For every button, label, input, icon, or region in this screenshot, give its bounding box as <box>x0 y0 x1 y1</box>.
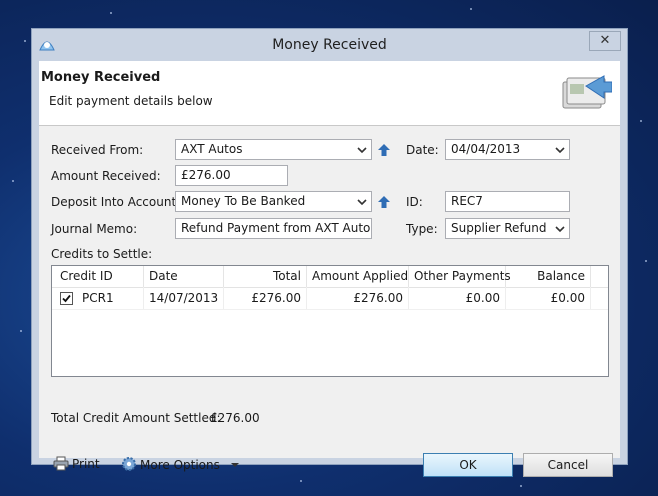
deposit-into-label: Deposit Into Account: <box>51 195 181 209</box>
date-label: Date: <box>406 143 439 157</box>
deposit-into-combo[interactable]: Money To Be Banked <box>175 191 372 212</box>
journal-memo-label: Journal Memo: <box>51 222 138 236</box>
header-title: Money Received <box>41 70 161 85</box>
printer-icon <box>53 456 69 471</box>
journal-memo-input[interactable]: Refund Payment from AXT Autos <box>175 218 372 239</box>
star <box>645 260 647 262</box>
cell-balance: £0.00 <box>506 287 591 309</box>
star <box>24 40 26 42</box>
column-header-total[interactable]: Total <box>224 266 307 287</box>
up-arrow-icon[interactable] <box>377 143 391 157</box>
money-received-window: Money Received ✕ Money Received Edit pay… <box>31 28 628 477</box>
dropdown-arrow-icon <box>230 463 239 467</box>
up-arrow-icon[interactable] <box>377 195 391 209</box>
print-button[interactable]: Print <box>53 456 100 472</box>
table-row[interactable]: PCR1 14/07/2013 £276.00 £276.00 £0.00 £0… <box>52 287 608 310</box>
star <box>12 180 14 182</box>
chevron-down-icon[interactable] <box>356 194 368 209</box>
cell-other-payments: £0.00 <box>409 287 506 309</box>
star <box>640 120 642 122</box>
star <box>520 485 522 487</box>
received-from-value: AXT Autos <box>181 142 243 156</box>
star <box>300 480 302 482</box>
total-settled-label: Total Credit Amount Settled: <box>51 411 221 425</box>
type-value: Supplier Refund <box>451 221 547 235</box>
chevron-down-icon[interactable] <box>554 221 566 236</box>
chevron-down-icon[interactable] <box>356 142 368 157</box>
more-options-label: More Options <box>140 458 220 472</box>
header-subtitle: Edit payment details below <box>49 94 213 108</box>
dialog-header: Money Received Edit payment details belo… <box>39 61 620 126</box>
star <box>110 12 112 14</box>
date-value: 04/04/2013 <box>451 142 521 156</box>
column-header-date[interactable]: Date <box>144 266 224 287</box>
cell-credit-id: PCR1 <box>52 287 144 309</box>
dialog-client: Money Received Edit payment details belo… <box>39 61 620 477</box>
star <box>470 8 472 10</box>
ok-button[interactable]: OK <box>423 453 513 477</box>
print-label: Print <box>72 457 100 471</box>
credits-to-settle-label: Credits to Settle: <box>51 247 153 261</box>
date-picker[interactable]: 04/04/2013 <box>445 139 570 160</box>
star <box>20 330 22 332</box>
id-label: ID: <box>406 195 423 209</box>
column-header-other-payments[interactable]: Other Payments <box>409 266 511 287</box>
amount-received-label: Amount Received: <box>51 169 161 183</box>
type-label: Type: <box>406 222 438 236</box>
total-settled-value: £276.00 <box>210 411 260 425</box>
amount-received-input[interactable]: £276.00 <box>175 165 288 186</box>
cell-total: £276.00 <box>224 287 307 309</box>
id-input[interactable]: REC7 <box>445 191 570 212</box>
close-button[interactable]: ✕ <box>589 31 621 51</box>
deposit-into-value: Money To Be Banked <box>181 194 306 208</box>
window-title: Money Received <box>272 37 387 53</box>
more-options-button[interactable]: More Options <box>121 456 240 473</box>
received-from-combo[interactable]: AXT Autos <box>175 139 372 160</box>
column-header-balance[interactable]: Balance <box>506 266 591 287</box>
cell-amount-applied: £276.00 <box>307 287 409 309</box>
column-header-amount-applied[interactable]: Amount Applied <box>307 266 409 287</box>
cell-date: 14/07/2013 <box>144 287 224 309</box>
credits-grid[interactable]: Credit ID Date Total Amount Applied Othe… <box>51 265 609 377</box>
column-header-credit-id[interactable]: Credit ID <box>52 266 144 287</box>
chevron-down-icon[interactable] <box>554 142 566 157</box>
type-combo[interactable]: Supplier Refund <box>445 218 570 239</box>
gear-icon <box>122 457 136 471</box>
received-from-label: Received From: <box>51 143 144 157</box>
title-bar[interactable]: Money Received ✕ <box>32 29 627 61</box>
payment-icon <box>562 75 612 109</box>
cancel-button[interactable]: Cancel <box>523 453 613 477</box>
grid-header: Credit ID Date Total Amount Applied Othe… <box>52 266 608 288</box>
